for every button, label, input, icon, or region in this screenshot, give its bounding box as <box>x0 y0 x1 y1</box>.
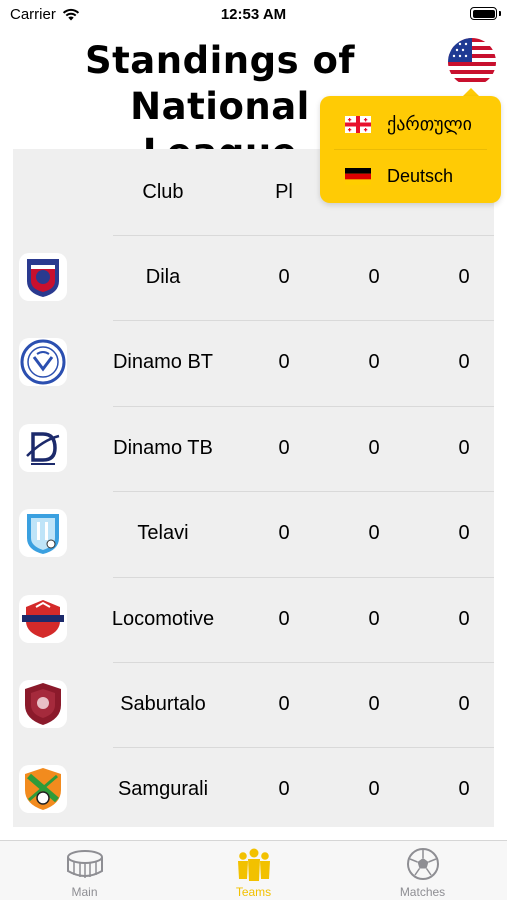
club-name: Dinamo TB <box>113 437 213 459</box>
language-label: Deutsch <box>387 165 454 186</box>
table-row[interactable]: Dinamo TB 0 0 0 <box>13 406 494 491</box>
stat-pl: 0 <box>278 693 290 715</box>
stat-pl: 0 <box>278 437 290 459</box>
stat-col3: 0 <box>458 437 470 459</box>
germany-flag-icon <box>345 167 371 185</box>
georgia-flag-icon <box>345 115 371 133</box>
samgurali-logo-icon <box>19 765 67 813</box>
table-row[interactable]: Saburtalo 0 0 0 <box>13 662 494 747</box>
team-icon <box>238 848 270 881</box>
stat-col3: 0 <box>458 778 470 800</box>
stat-col2: 0 <box>368 778 380 800</box>
tab-label: Teams <box>235 885 272 899</box>
stat-col2: 0 <box>368 693 380 715</box>
club-name: Samgurali <box>117 778 209 800</box>
stat-pl: 0 <box>278 266 290 288</box>
club-name: Dinamo BT <box>112 351 214 373</box>
stat-col2: 0 <box>368 522 380 544</box>
table-row[interactable]: Samgurali 0 0 0 <box>13 747 494 827</box>
battery-icon <box>470 7 497 20</box>
stat-col3: 0 <box>458 522 470 544</box>
table-row[interactable]: Locomotive 0 0 0 <box>13 577 494 662</box>
language-button[interactable] <box>448 38 496 86</box>
status-time: 12:53 AM <box>220 6 287 23</box>
tab-matches[interactable]: Matches <box>338 841 507 900</box>
tab-bar: Main Teams Matches <box>0 840 507 900</box>
stat-col3: 0 <box>458 266 470 288</box>
stat-col2: 0 <box>368 608 380 630</box>
standings-table: Club Pl Dila 0 0 0 Dinamo BT 0 0 0 Dinam… <box>13 149 494 827</box>
stat-col2: 0 <box>368 437 380 459</box>
language-item-georgian[interactable]: ქართული <box>320 98 501 150</box>
club-name: Saburtalo <box>120 693 206 715</box>
header-pl: Pl <box>275 181 293 203</box>
language-menu: ქართული Deutsch <box>320 96 501 203</box>
header-club: Club <box>142 181 184 203</box>
dila-logo-icon <box>19 253 67 301</box>
saburtalo-logo-icon <box>19 680 67 728</box>
usa-flag-icon <box>448 38 496 86</box>
club-name: Telavi <box>137 522 189 544</box>
language-item-german[interactable]: Deutsch <box>320 150 501 202</box>
stat-col2: 0 <box>368 266 380 288</box>
stat-col3: 0 <box>458 693 470 715</box>
soccer-ball-icon <box>407 848 439 880</box>
stat-col3: 0 <box>458 351 470 373</box>
table-row[interactable]: Dinamo BT 0 0 0 <box>13 320 494 405</box>
stat-pl: 0 <box>278 522 290 544</box>
table-row[interactable]: Dila 0 0 0 <box>13 235 494 320</box>
stat-pl: 0 <box>278 778 290 800</box>
language-label: ქართული <box>387 113 472 134</box>
dinamo-tb-logo-icon <box>19 424 67 472</box>
stat-col3: 0 <box>458 608 470 630</box>
stat-pl: 0 <box>278 351 290 373</box>
stadium-icon <box>67 850 103 878</box>
tab-label: Main <box>71 885 98 899</box>
tab-label: Matches <box>399 885 446 899</box>
club-name: Dila <box>145 266 181 288</box>
stat-col2: 0 <box>368 351 380 373</box>
tab-teams[interactable]: Teams <box>169 841 338 900</box>
dinamo-bt-logo-icon <box>19 338 67 386</box>
stat-pl: 0 <box>278 608 290 630</box>
telavi-logo-icon <box>19 509 67 557</box>
table-row[interactable]: Telavi 0 0 0 <box>13 491 494 576</box>
locomotive-logo-icon <box>19 595 67 643</box>
club-name: Locomotive <box>111 608 215 630</box>
tab-main[interactable]: Main <box>0 841 169 900</box>
status-bar: Carrier 12:53 AM <box>0 0 507 28</box>
